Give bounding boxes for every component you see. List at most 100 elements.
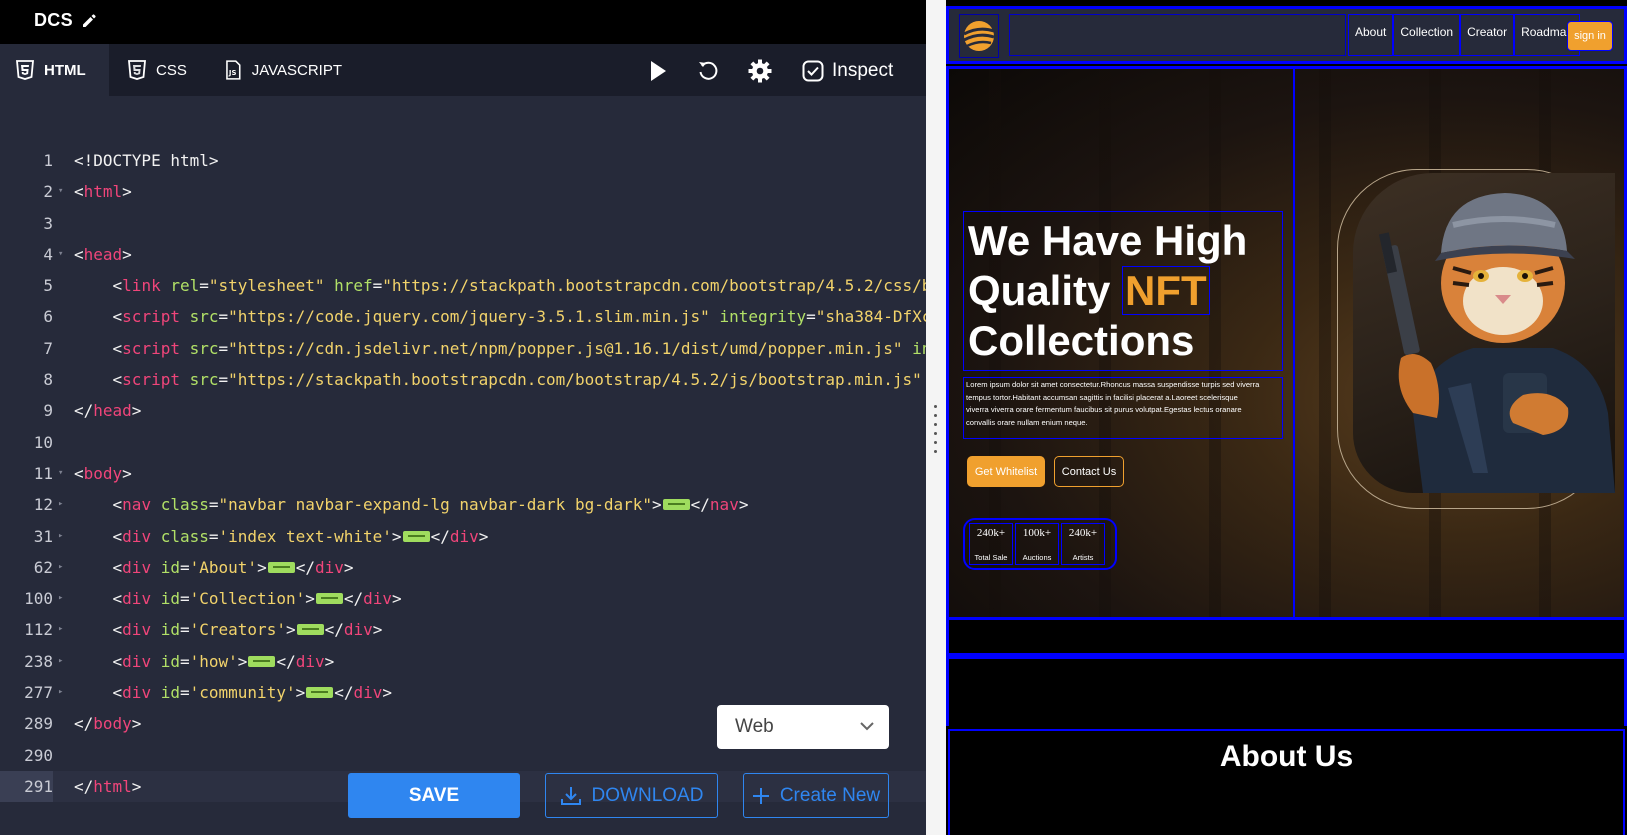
line-number: 62	[33, 557, 53, 577]
code-editor-app: DCS HTML CSS JS JAVASCRIPT Inspect 1 <!D…	[0, 0, 1627, 835]
code-text: <div id='Creators'> </div>	[74, 614, 383, 645]
pencil-icon[interactable]	[81, 13, 97, 29]
code-token: src	[189, 370, 219, 390]
fold-expanded-arrow-icon[interactable]: ▾	[58, 176, 66, 207]
stat-label: Auctions	[1022, 553, 1052, 562]
code-token: 'Collection'	[189, 589, 306, 609]
code-line[interactable]: 6 <script src="https://code.jquery.com/j…	[0, 301, 926, 332]
code-token: <	[74, 526, 123, 546]
code-token: >	[738, 495, 749, 515]
code-token: src	[189, 338, 219, 358]
fold-collapsed-arrow-icon[interactable]: ▸	[58, 677, 66, 708]
code-token: id	[160, 683, 180, 703]
code-line[interactable]: 11 ▾ <body>	[0, 458, 926, 489]
code-token: "navbar navbar-expand-lg navbar-dark bg-…	[218, 495, 653, 515]
code-token: >	[285, 620, 296, 640]
fold-collapsed-arrow-icon[interactable]: ▸	[58, 552, 66, 583]
code-token: =	[208, 526, 219, 546]
code-token: 'how'	[189, 651, 238, 671]
code-line[interactable]: 8 <script src="https://stackpath.bootstr…	[0, 364, 926, 395]
stat-value: 240k+	[976, 527, 1006, 539]
fold-expanded-arrow-icon[interactable]: ▾	[58, 239, 66, 270]
project-title[interactable]: DCS	[34, 10, 97, 31]
folded-code-marker[interactable]	[306, 687, 334, 699]
code-token: body	[83, 463, 123, 483]
code-token: </	[295, 557, 315, 577]
code-line[interactable]: 9 </head>	[0, 395, 926, 426]
code-token: nav	[122, 495, 152, 515]
code-text: <!DOCTYPE html>	[74, 145, 219, 176]
tab-html[interactable]: HTML	[0, 44, 109, 96]
line-number: 10	[33, 432, 53, 452]
drag-handle-icon[interactable]	[934, 405, 938, 453]
stat-value: 100k+	[1022, 527, 1052, 539]
nav-link-about[interactable]: About	[1348, 14, 1394, 56]
code-token: </	[343, 589, 364, 609]
code-line[interactable]: 112 ▸ <div id='Creators'> </div>	[0, 614, 926, 645]
hero-title-nft: NFT	[1122, 266, 1210, 315]
code-line[interactable]: 1 <!DOCTYPE html>	[0, 145, 926, 176]
folded-code-marker[interactable]	[296, 624, 324, 636]
checkbox-icon	[802, 60, 824, 82]
code-line[interactable]: 2 ▾ <html>	[0, 176, 926, 207]
code-token: =	[179, 620, 190, 640]
code-line[interactable]: 5 <link rel="stylesheet" href="https://s…	[0, 270, 926, 301]
device-select[interactable]: Web	[717, 705, 889, 749]
folded-code-marker[interactable]	[248, 655, 276, 667]
folded-code-marker[interactable]	[267, 561, 295, 573]
line-number: 5	[43, 276, 53, 296]
folded-code-marker[interactable]	[315, 593, 343, 605]
fold-collapsed-arrow-icon[interactable]: ▸	[58, 489, 66, 520]
code-token: </	[74, 714, 94, 734]
code-token: id	[160, 620, 180, 640]
save-button[interactable]: SAVE	[348, 773, 520, 818]
hero-description-line: viverra viverra orare fermentum faucibus…	[966, 405, 1242, 414]
download-label: DOWNLOAD	[591, 784, 704, 806]
code-line[interactable]: 31 ▸ <div class='index text-white'> </div>	[0, 521, 926, 552]
code-token: <	[74, 495, 123, 515]
create-new-button[interactable]: Create New	[743, 773, 889, 818]
code-line[interactable]: 3	[0, 208, 926, 239]
settings-button[interactable]	[745, 56, 775, 86]
code-token: <	[74, 276, 123, 296]
code-token: <	[74, 182, 84, 202]
get-whitelist-button[interactable]: Get Whitelist	[967, 456, 1045, 487]
code-line[interactable]: 238 ▸ <div id='how'> </div>	[0, 646, 926, 677]
nav-link-collection[interactable]: Collection	[1393, 14, 1461, 56]
code-line[interactable]: 62 ▸ <div id='About'> </div>	[0, 552, 926, 583]
code-token: <	[74, 651, 123, 671]
tab-css-label: CSS	[156, 61, 187, 79]
fold-collapsed-arrow-icon[interactable]: ▸	[58, 614, 66, 645]
code-line[interactable]: 100 ▸ <div id='Collection'> </div>	[0, 583, 926, 614]
code-token: >	[122, 182, 132, 202]
inspect-button[interactable]: Inspect	[802, 56, 893, 86]
folded-code-marker[interactable]	[662, 499, 690, 511]
brand-logo[interactable]	[959, 14, 999, 58]
download-button[interactable]: DOWNLOAD	[545, 773, 718, 818]
hero-title-line1: We Have High	[968, 217, 1248, 264]
code-line[interactable]: 4 ▾ <head>	[0, 239, 926, 270]
fold-collapsed-arrow-icon[interactable]: ▸	[58, 646, 66, 677]
contact-us-button[interactable]: Contact Us	[1054, 456, 1124, 487]
tab-css[interactable]: CSS	[112, 44, 204, 96]
code-area[interactable]: 1 <!DOCTYPE html> 2 ▾ <html> 3 4 ▾ <head> 5 <link…	[0, 145, 926, 803]
code-line[interactable]: 277 ▸ <div id='community'> </div>	[0, 677, 926, 708]
code-line[interactable]: 10	[0, 427, 926, 458]
reset-button[interactable]	[693, 56, 723, 86]
code-line[interactable]: 12 ▸ <nav class="navbar navbar-expand-lg …	[0, 489, 926, 520]
code-line[interactable]: 7 <script src="https://cdn.jsdelivr.net/…	[0, 333, 926, 364]
run-button[interactable]	[643, 56, 673, 86]
save-label: SAVE	[408, 784, 460, 806]
folded-code-marker[interactable]	[402, 530, 430, 542]
code-token: <	[74, 307, 123, 327]
tab-javascript[interactable]: JS JAVASCRIPT	[208, 44, 358, 96]
fold-collapsed-arrow-icon[interactable]: ▸	[58, 583, 66, 614]
fold-collapsed-arrow-icon[interactable]: ▸	[58, 521, 66, 552]
sign-in-button[interactable]: sign in	[1567, 21, 1613, 51]
code-token: 'Creators'	[189, 620, 286, 640]
nav-link-creator[interactable]: Creator	[1460, 14, 1515, 56]
fold-expanded-arrow-icon[interactable]: ▾	[58, 458, 66, 489]
tab-javascript-label: JAVASCRIPT	[251, 61, 342, 79]
code-token: html	[83, 182, 123, 202]
